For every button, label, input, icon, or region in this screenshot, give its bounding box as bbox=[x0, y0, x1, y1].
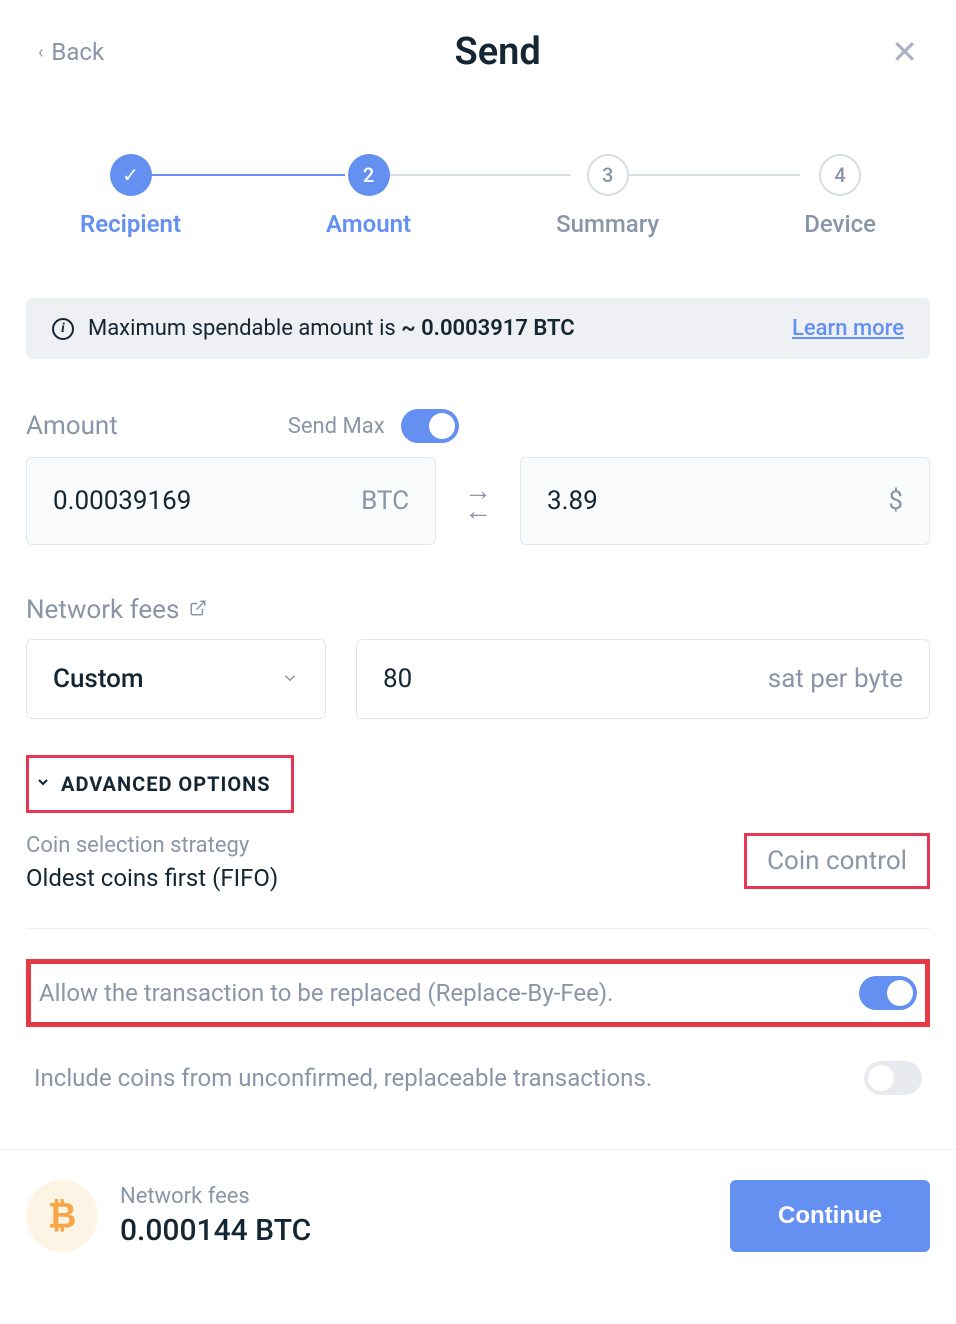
divider bbox=[26, 928, 930, 929]
svg-text:₿: ₿ bbox=[48, 1196, 77, 1235]
toggle-knob bbox=[887, 980, 913, 1006]
continue-button[interactable]: Continue bbox=[730, 1180, 930, 1252]
chevron-left-icon: ‹ bbox=[38, 42, 43, 63]
step-label: Device bbox=[804, 210, 876, 238]
rbf-label: Allow the transaction to be replaced (Re… bbox=[39, 979, 613, 1007]
fiat-amount-value: 3.89 bbox=[547, 486, 598, 516]
fiat-unit: $ bbox=[888, 486, 903, 516]
dropdown-value: Custom bbox=[53, 664, 144, 694]
info-text: Maximum spendable amount is ~ 0.0003917 … bbox=[88, 316, 575, 341]
coin-strategy-label: Coin selection strategy bbox=[26, 833, 278, 858]
learn-more-link[interactable]: Learn more bbox=[792, 316, 904, 341]
toggle-knob bbox=[868, 1065, 894, 1091]
back-button[interactable]: ‹ Back bbox=[38, 38, 104, 66]
rbf-highlight: Allow the transaction to be replaced (Re… bbox=[26, 959, 930, 1027]
close-button[interactable]: ✕ bbox=[891, 36, 918, 68]
info-amount: ~ 0.0003917 BTC bbox=[401, 316, 574, 341]
back-label: Back bbox=[51, 38, 104, 66]
chevron-down-icon bbox=[35, 774, 51, 795]
coin-strategy-value: Oldest coins first (FIFO) bbox=[26, 864, 278, 892]
step-label: Summary bbox=[556, 210, 659, 238]
unconfirmed-label: Include coins from unconfirmed, replacea… bbox=[34, 1064, 652, 1092]
footer-fees-value: 0.000144 BTC bbox=[120, 1213, 311, 1248]
step-number: 3 bbox=[587, 154, 629, 196]
stepper: ✓ Recipient 2 Amount 3 Summary 4 Device bbox=[0, 74, 956, 298]
crypto-amount-value: 0.00039169 bbox=[53, 486, 191, 516]
info-prefix: Maximum spendable amount is bbox=[88, 316, 401, 341]
sendmax-toggle[interactable] bbox=[401, 409, 459, 443]
crypto-unit: BTC bbox=[361, 486, 409, 516]
fee-unit: sat per byte bbox=[768, 664, 903, 694]
info-banner: i Maximum spendable amount is ~ 0.000391… bbox=[26, 298, 930, 359]
sendmax-label: Send Max bbox=[288, 414, 385, 439]
advanced-options-toggle[interactable]: ADVANCED OPTIONS bbox=[26, 755, 294, 813]
step-label: Amount bbox=[326, 210, 411, 238]
advanced-options-label: ADVANCED OPTIONS bbox=[61, 772, 271, 796]
coin-control-button[interactable]: Coin control bbox=[744, 833, 930, 889]
chevron-down-icon bbox=[281, 664, 299, 694]
crypto-amount-input[interactable]: 0.00039169 BTC bbox=[26, 457, 436, 545]
external-link-icon[interactable] bbox=[189, 599, 207, 621]
swap-icon[interactable]: →← bbox=[464, 481, 492, 520]
page-title: Send bbox=[455, 30, 541, 74]
step-number: 2 bbox=[348, 154, 390, 196]
bitcoin-icon: ₿ bbox=[26, 1180, 98, 1252]
check-icon: ✓ bbox=[110, 154, 152, 196]
fee-value: 80 bbox=[383, 664, 412, 694]
footer-fees-label: Network fees bbox=[120, 1184, 311, 1209]
toggle-knob bbox=[429, 413, 455, 439]
unconfirmed-toggle[interactable] bbox=[864, 1061, 922, 1095]
info-icon: i bbox=[52, 318, 74, 340]
step-label: Recipient bbox=[80, 210, 181, 238]
fee-value-input[interactable]: 80 sat per byte bbox=[356, 639, 930, 719]
step-summary[interactable]: 3 Summary bbox=[556, 154, 659, 238]
rbf-toggle[interactable] bbox=[859, 976, 917, 1010]
fee-preset-dropdown[interactable]: Custom bbox=[26, 639, 326, 719]
close-icon: ✕ bbox=[891, 33, 918, 71]
step-number: 4 bbox=[819, 154, 861, 196]
step-device[interactable]: 4 Device bbox=[804, 154, 876, 238]
step-recipient[interactable]: ✓ Recipient bbox=[80, 154, 181, 238]
amount-label: Amount bbox=[26, 411, 118, 441]
network-fees-label: Network fees bbox=[26, 595, 179, 625]
step-amount[interactable]: 2 Amount bbox=[326, 154, 411, 238]
fiat-amount-input[interactable]: 3.89 $ bbox=[520, 457, 930, 545]
